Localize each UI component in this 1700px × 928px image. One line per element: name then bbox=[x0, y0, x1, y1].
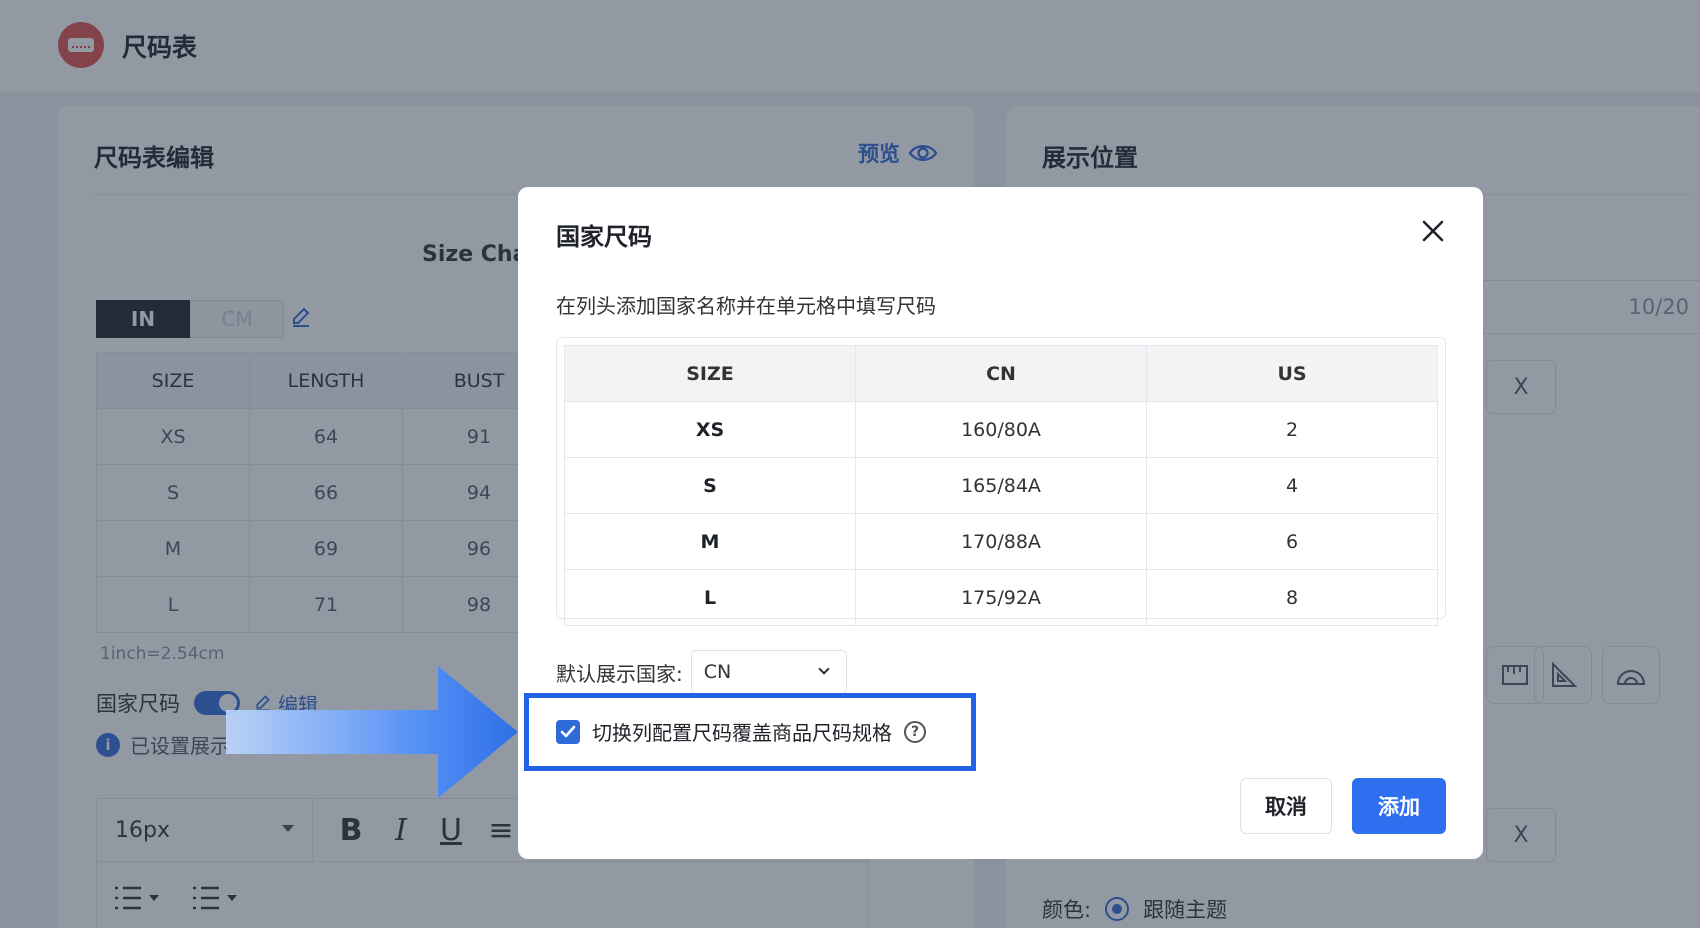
table-row: XS 160/80A 2 bbox=[564, 401, 1438, 458]
table-cell[interactable]: 2 bbox=[1146, 401, 1438, 458]
country-size-table: SIZE CN US XS 160/80A 2 S 165/84A 4 M 17… bbox=[564, 345, 1438, 626]
table-header-us[interactable]: US bbox=[1146, 345, 1438, 402]
close-icon[interactable] bbox=[1417, 215, 1449, 247]
table-cell[interactable]: 170/88A bbox=[855, 513, 1147, 570]
size-cell: XS bbox=[564, 401, 856, 458]
size-cell: L bbox=[564, 569, 856, 626]
question-icon[interactable]: ? bbox=[904, 720, 926, 743]
table-cell[interactable]: 8 bbox=[1146, 569, 1438, 626]
add-button[interactable]: 添加 bbox=[1352, 778, 1446, 834]
default-country-select[interactable]: CN bbox=[690, 650, 847, 694]
table-cell[interactable]: 175/92A bbox=[855, 569, 1147, 626]
table-cell[interactable]: 160/80A bbox=[855, 401, 1147, 458]
default-country-value: CN bbox=[703, 661, 732, 683]
country-size-table-wrapper: SIZE CN US XS 160/80A 2 S 165/84A 4 M 17… bbox=[556, 337, 1446, 626]
cancel-button[interactable]: 取消 bbox=[1240, 778, 1332, 834]
size-cell: S bbox=[564, 457, 856, 514]
table-header-cn[interactable]: CN bbox=[855, 345, 1147, 402]
table-row: S 165/84A 4 bbox=[564, 457, 1438, 514]
table-cell[interactable]: 4 bbox=[1146, 457, 1438, 514]
dialog-title: 国家尺码 bbox=[556, 223, 652, 251]
override-checkbox-label: 切换列配置尺码覆盖商品尺码规格 bbox=[592, 721, 892, 745]
country-size-dialog: 国家尺码 在列头添加国家名称并在单元格中填写尺码 SIZE CN US XS 1… bbox=[518, 187, 1483, 859]
table-cell[interactable]: 6 bbox=[1146, 513, 1438, 570]
default-country-row: 默认展示国家: CN bbox=[556, 650, 847, 694]
arrow-annotation-icon bbox=[226, 666, 518, 798]
size-cell: M bbox=[564, 513, 856, 570]
dialog-description: 在列头添加国家名称并在单元格中填写尺码 bbox=[556, 294, 936, 318]
table-header: SIZE bbox=[564, 345, 856, 402]
check-icon bbox=[560, 725, 576, 737]
override-option-row: 切换列配置尺码覆盖商品尺码规格 ? bbox=[556, 717, 926, 746]
chevron-down-icon bbox=[818, 663, 830, 675]
override-checkbox[interactable] bbox=[556, 719, 580, 744]
table-row: M 170/88A 6 bbox=[564, 513, 1438, 570]
table-row: L 175/92A 8 bbox=[564, 569, 1438, 626]
table-cell[interactable]: 165/84A bbox=[855, 457, 1147, 514]
default-country-label: 默认展示国家: bbox=[556, 661, 683, 686]
